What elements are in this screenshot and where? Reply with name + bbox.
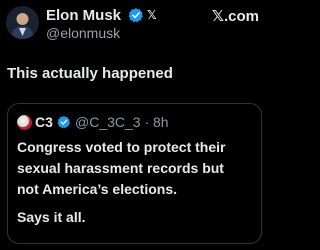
quote-author-name[interactable]: C3 — [35, 114, 53, 131]
author-handle[interactable]: @elonmusk — [46, 25, 120, 41]
quote-body-line: sexual harassment records but — [17, 160, 224, 176]
post-text: This actually happened — [7, 65, 173, 82]
post-screenshot: Elon Musk 𝕏 @elonmusk 𝕏.com This actuall… — [0, 0, 269, 250]
avatar-image — [6, 6, 39, 39]
verified-badge-icon — [128, 8, 143, 23]
quote-body-line: not America’s elections. — [17, 181, 178, 197]
quote-handle-time: @C_3C_3 · 8h — [75, 114, 169, 130]
quote-author-avatar[interactable] — [17, 115, 32, 130]
quote-verified-badge-icon — [57, 115, 71, 129]
author-avatar[interactable] — [6, 6, 39, 39]
quote-closing-line: Says it all. — [17, 209, 86, 225]
quoted-post-card[interactable]: C3 @C_3C_3 · 8h Congress voted to protec… — [7, 103, 262, 244]
x-com-watermark: 𝕏.com — [211, 8, 259, 25]
author-name[interactable]: Elon Musk — [46, 7, 121, 24]
quote-body: Congress voted to protect their sexual h… — [17, 137, 257, 200]
affiliate-x-icon: 𝕏 — [147, 8, 157, 22]
quote-body-line: Congress voted to protect their — [17, 139, 226, 155]
